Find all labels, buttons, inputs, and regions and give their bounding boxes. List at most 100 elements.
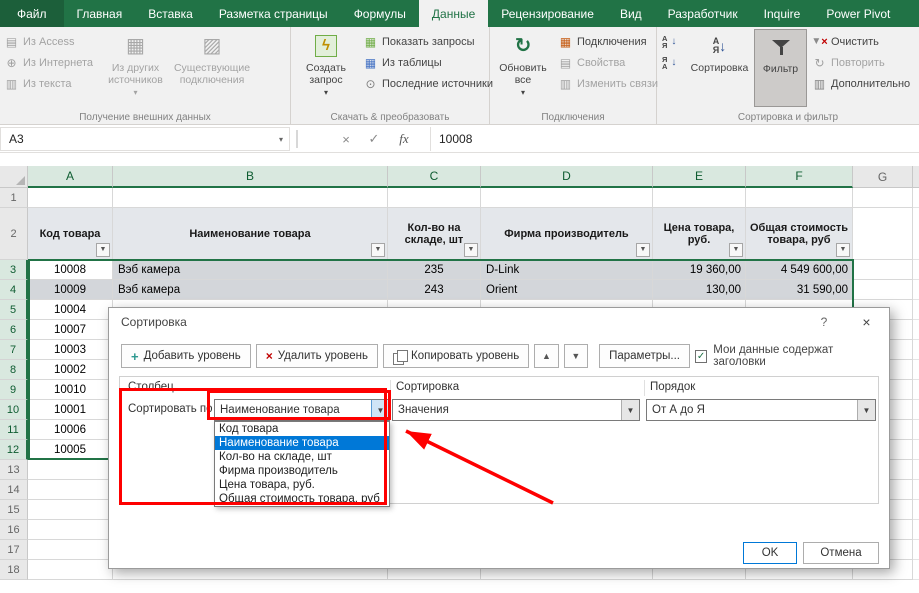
cell[interactable] <box>653 188 746 208</box>
cell-b2[interactable]: Наименование товара ▼ <box>113 208 388 260</box>
combobox-arrow-icon[interactable]: ▼ <box>857 400 875 420</box>
sort-ascending-button[interactable]: АЯ ↓ <box>660 31 686 52</box>
tab-view[interactable]: Вид <box>607 0 655 27</box>
row-header-9[interactable]: 9 <box>0 380 28 400</box>
filter-button[interactable]: Фильтр <box>754 29 807 107</box>
new-query-button[interactable]: ϟ Создать запрос ▾ <box>294 29 358 107</box>
filter-dropdown-icon[interactable]: ▼ <box>836 243 850 257</box>
sort-order-combobox[interactable]: От А до Я ▼ <box>646 399 876 421</box>
filter-dropdown-icon[interactable]: ▼ <box>729 243 743 257</box>
select-all-button[interactable] <box>0 166 28 188</box>
enter-entry-button[interactable]: ✓ <box>361 127 387 151</box>
cell-a2[interactable]: Код товара ▼ <box>28 208 113 260</box>
row-header-3[interactable]: 3 <box>0 260 28 280</box>
cell-e4[interactable]: 130,00 <box>653 280 746 300</box>
row-header-12[interactable]: 12 <box>0 440 28 460</box>
filter-dropdown-icon[interactable]: ▼ <box>96 243 110 257</box>
dropdown-item[interactable]: Общая стоимость товара, руб <box>215 492 389 506</box>
filter-dropdown-icon[interactable]: ▼ <box>636 243 650 257</box>
close-button[interactable]: × <box>844 308 889 336</box>
combobox-arrow-icon[interactable]: ▼ <box>371 400 389 420</box>
connections-button[interactable]: ▦ Подключения <box>556 31 654 52</box>
row-header-14[interactable]: 14 <box>0 480 28 500</box>
add-level-button[interactable]: + Добавить уровень <box>121 344 251 368</box>
row-header-7[interactable]: 7 <box>0 340 28 360</box>
cell[interactable] <box>853 188 913 208</box>
cell[interactable] <box>853 280 913 300</box>
cell[interactable] <box>388 188 481 208</box>
cell-a7[interactable]: 10003 <box>28 340 113 360</box>
recent-sources-button[interactable]: ⊙ Последние источники <box>361 73 493 94</box>
cell-a5[interactable]: 10004 <box>28 300 113 320</box>
other-sources-button[interactable]: ▦ Из других источников ▾ <box>99 29 172 107</box>
my-data-has-headers-checkbox[interactable]: ✓ Мои данные содержат заголовки <box>695 344 877 368</box>
tab-inquire[interactable]: Inquire <box>751 0 814 27</box>
tab-insert[interactable]: Вставка <box>135 0 206 27</box>
cell[interactable] <box>28 520 113 540</box>
formula-input[interactable]: 10008 <box>430 127 919 151</box>
insert-function-button[interactable]: fx <box>391 127 417 151</box>
delete-level-button[interactable]: × Удалить уровень <box>255 344 378 368</box>
tab-developer[interactable]: Разработчик <box>655 0 751 27</box>
row-header-4[interactable]: 4 <box>0 280 28 300</box>
show-queries-button[interactable]: ▦ Показать запросы <box>361 31 487 52</box>
move-down-button[interactable]: ▼ <box>563 344 589 368</box>
move-up-button[interactable]: ▲ <box>534 344 559 368</box>
cell-e3[interactable]: 19 360,00 <box>653 260 746 280</box>
refresh-all-button[interactable]: ↻ Обновить все ▾ <box>493 29 553 107</box>
row-header-17[interactable]: 17 <box>0 540 28 560</box>
reapply-button[interactable]: ↻ Повторить <box>810 52 918 73</box>
column-header-e[interactable]: E <box>653 166 746 188</box>
cell-a9[interactable]: 10010 <box>28 380 113 400</box>
properties-button[interactable]: ▤ Свойства <box>556 52 654 73</box>
dropdown-item[interactable]: Фирма производитель <box>215 464 389 478</box>
row-header-5[interactable]: 5 <box>0 300 28 320</box>
column-header-c[interactable]: C <box>388 166 481 188</box>
combobox-arrow-icon[interactable]: ▼ <box>621 400 639 420</box>
from-table-button[interactable]: ▦ Из таблицы <box>361 52 487 73</box>
sort-descending-button[interactable]: ЯА ↓ <box>660 52 686 73</box>
tab-review[interactable]: Рецензирование <box>488 0 607 27</box>
cell[interactable] <box>28 500 113 520</box>
sort-on-combobox[interactable]: Значения ▼ <box>392 399 640 421</box>
edit-links-button[interactable]: ▥ Изменить связи <box>556 73 658 94</box>
ok-button[interactable]: OK <box>743 542 797 564</box>
cell-a3-active[interactable]: 10008 <box>28 260 113 280</box>
cell-f4[interactable]: 31 590,00 <box>746 280 853 300</box>
tab-home[interactable]: Главная <box>64 0 136 27</box>
options-button[interactable]: Параметры... <box>599 344 690 368</box>
tab-formulas[interactable]: Формулы <box>341 0 419 27</box>
cell[interactable] <box>28 188 113 208</box>
cell-d3[interactable]: D-Link <box>481 260 653 280</box>
from-web-button[interactable]: ⊕ Из Интернета <box>2 52 98 73</box>
cell[interactable] <box>28 540 113 560</box>
row-header-8[interactable]: 8 <box>0 360 28 380</box>
cancel-entry-button[interactable]: × <box>333 127 359 151</box>
filter-dropdown-icon[interactable]: ▼ <box>464 243 478 257</box>
row-header-13[interactable]: 13 <box>0 460 28 480</box>
cell-e2[interactable]: Цена товара, руб. ▼ <box>653 208 746 260</box>
tab-data[interactable]: Данные <box>418 0 489 27</box>
cell-d4[interactable]: Orient <box>481 280 653 300</box>
row-header-11[interactable]: 11 <box>0 420 28 440</box>
row-header-6[interactable]: 6 <box>0 320 28 340</box>
cell-c4[interactable]: 243 <box>388 280 481 300</box>
column-header-g[interactable]: G <box>853 166 913 188</box>
cell-c2[interactable]: Кол-во на складе, шт ▼ <box>388 208 481 260</box>
cell-a8[interactable]: 10002 <box>28 360 113 380</box>
cell[interactable] <box>746 188 853 208</box>
name-box-dropdown-icon[interactable]: ▾ <box>279 135 283 144</box>
tab-page-layout[interactable]: Разметка страницы <box>206 0 341 27</box>
cell[interactable] <box>113 188 388 208</box>
cell-a12[interactable]: 10005 <box>28 440 113 460</box>
cell-f2[interactable]: Общая стоимость товара, руб ▼ <box>746 208 853 260</box>
row-header-2[interactable]: 2 <box>0 208 28 260</box>
row-header-15[interactable]: 15 <box>0 500 28 520</box>
cell-b3[interactable]: Вэб камера <box>113 260 388 280</box>
column-header-d[interactable]: D <box>481 166 653 188</box>
dropdown-item[interactable]: Цена товара, руб. <box>215 478 389 492</box>
name-box[interactable]: A3 ▾ <box>0 127 290 151</box>
filter-dropdown-icon[interactable]: ▼ <box>371 243 385 257</box>
cell-f3[interactable]: 4 549 600,00 <box>746 260 853 280</box>
from-text-button[interactable]: ▥ Из текста <box>2 73 98 94</box>
